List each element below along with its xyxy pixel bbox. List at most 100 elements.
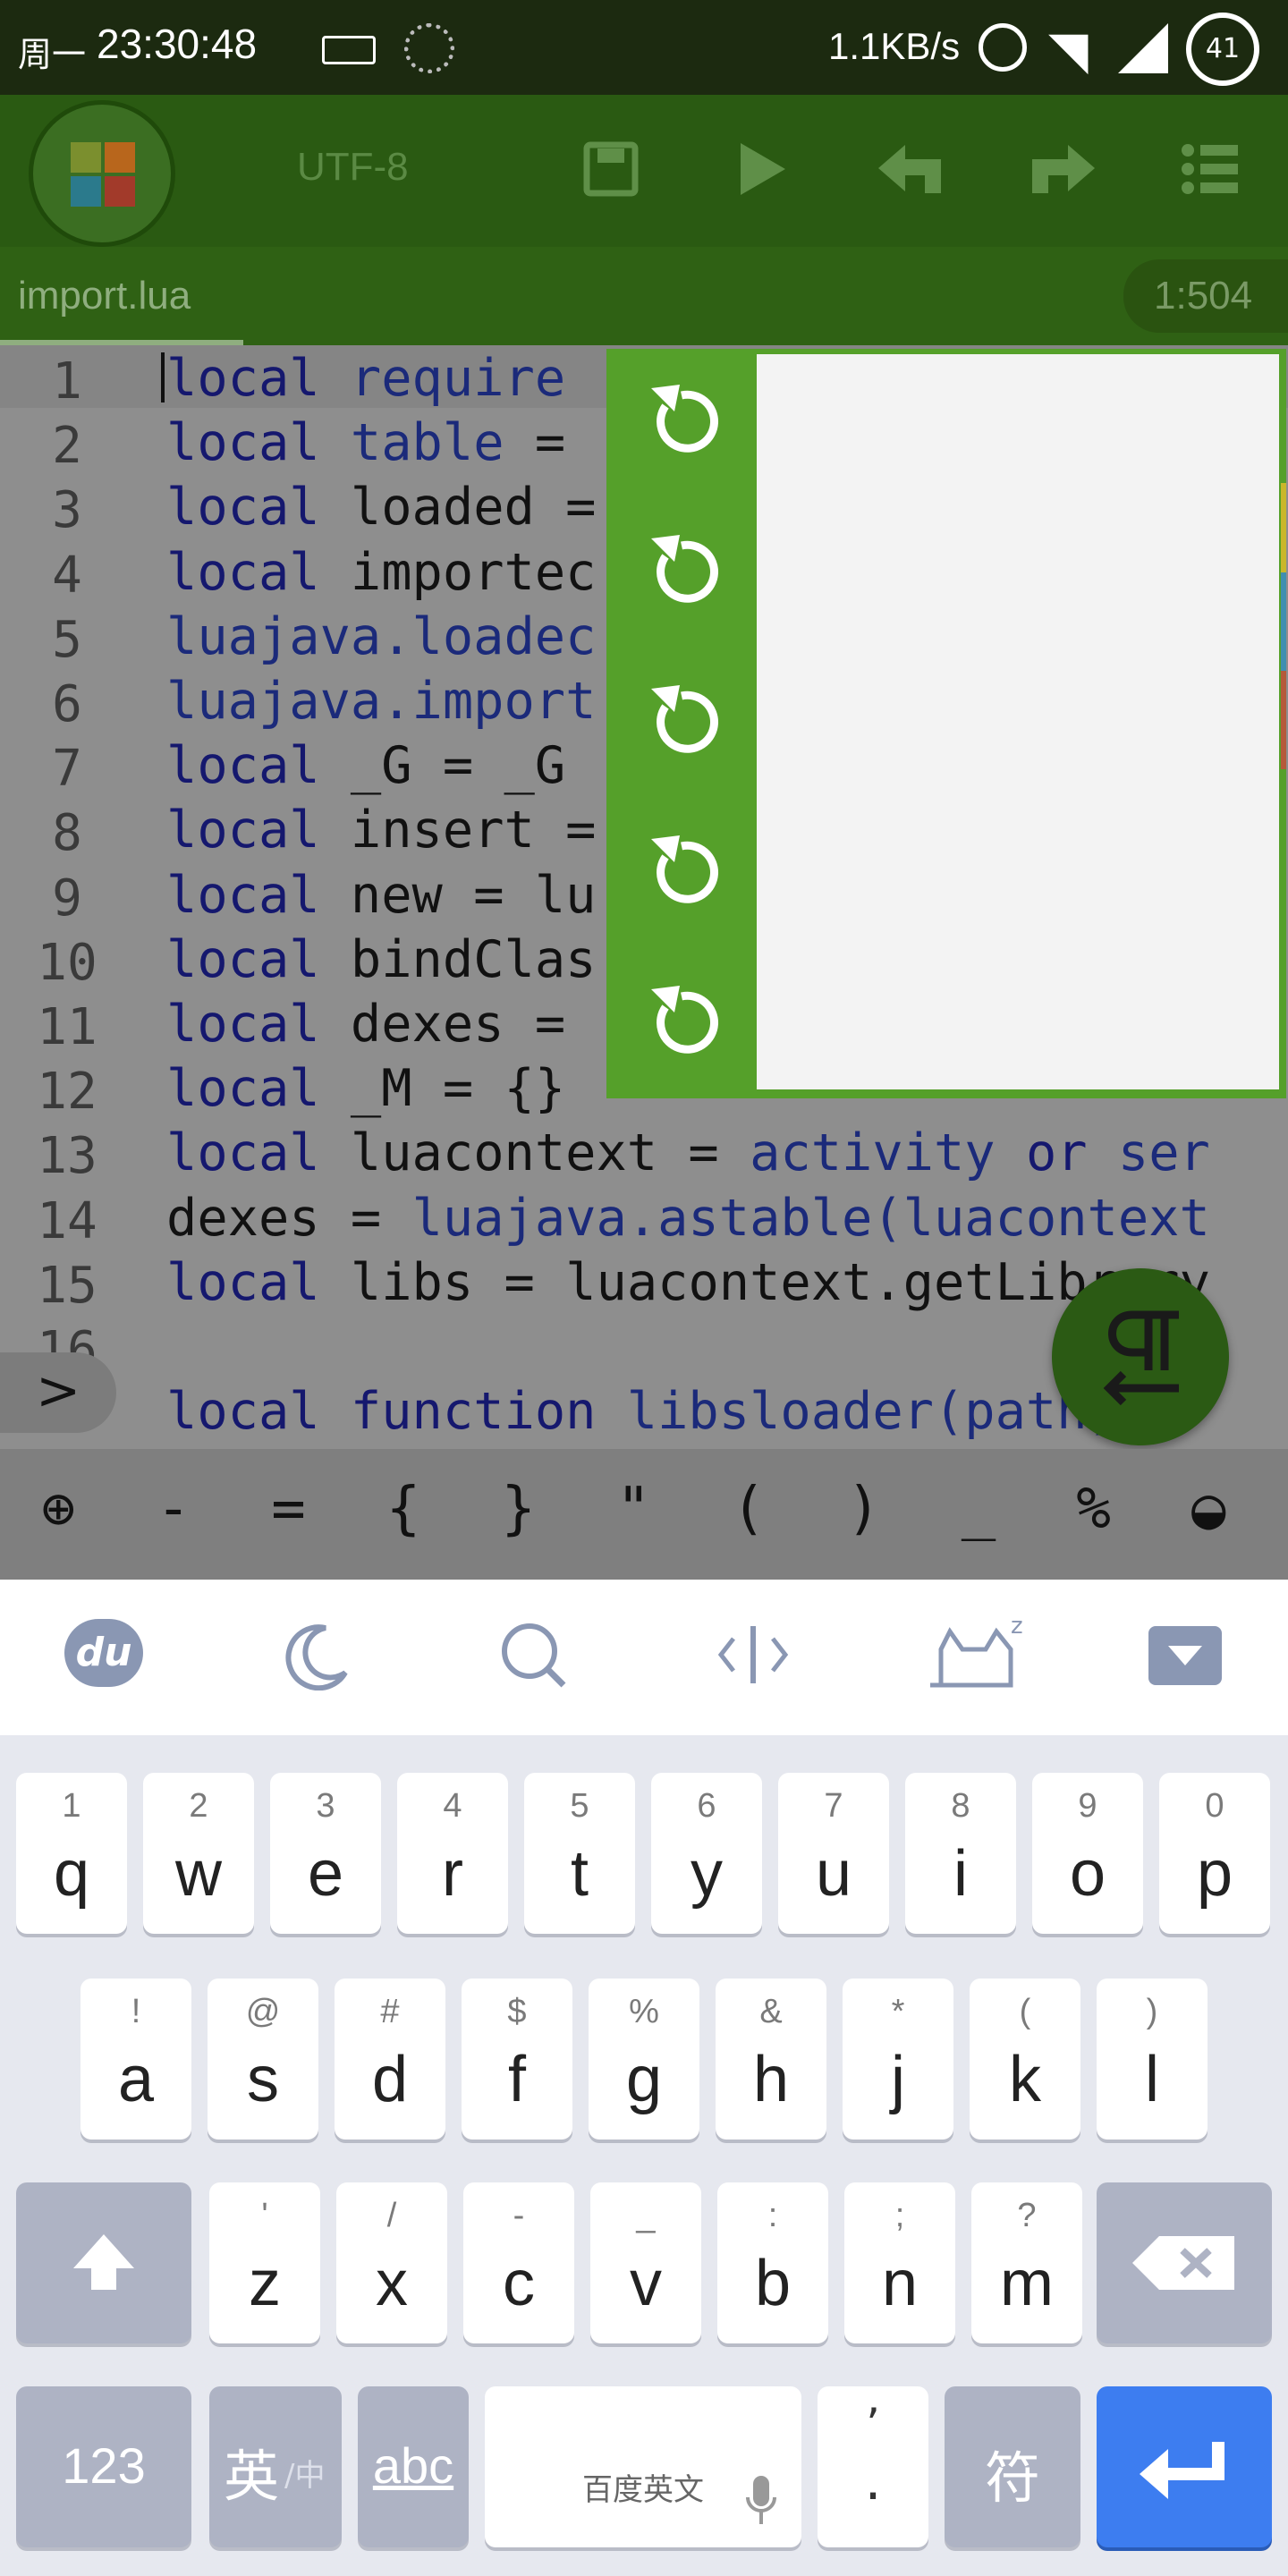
code-line[interactable]: local dexes = [166,995,597,1054]
prompt-symbol: > [36,1360,81,1422]
symbol-key[interactable]: - [157,1476,191,1542]
code-line[interactable]: local luacontext = activity or ser [166,1123,1210,1182]
app-logo-button[interactable] [29,100,175,247]
encoding-label[interactable]: UTF-8 [297,145,409,190]
key-hint: @ [245,1993,281,2030]
code-line[interactable]: local require [166,349,565,408]
key-i[interactable]: 8i [905,1773,1016,1934]
symbol-key[interactable]: = [271,1476,306,1542]
code-line[interactable]: local bindClas [166,930,596,989]
key-m[interactable]: ? m [971,2182,1082,2343]
language-switch-key[interactable]: 英 /中 [209,2386,342,2547]
menu-list-icon[interactable] [1181,141,1238,197]
symbol-key[interactable]: % [1076,1476,1111,1542]
net-speed: 1.1KB/s [828,25,961,67]
key-hint: & [759,1993,783,2030]
history-undo-button[interactable] [639,980,724,1066]
symbol-key[interactable]: { [386,1476,421,1542]
code-line[interactable]: local table = [166,413,597,472]
tab-import-lua[interactable]: import.lua [0,247,243,345]
history-undo-button[interactable] [639,830,724,916]
key-f[interactable]: $ f [462,1979,572,2140]
symbol-key[interactable]: ( [732,1476,767,1542]
history-undo-button[interactable] [639,379,724,465]
key-o[interactable]: 9o [1032,1773,1143,1934]
symbol-key[interactable]: ◒ [1191,1476,1226,1542]
space-key[interactable]: 百度英文 [485,2386,801,2547]
key-w[interactable]: 2w [143,1773,254,1934]
code-line[interactable]: luajava.loadec [166,607,596,666]
abc-key[interactable]: abc [358,2386,469,2547]
key-a[interactable]: ! a [80,1979,191,2140]
key-v[interactable]: _ v [590,2182,701,2343]
rotate-left-icon [651,986,719,1054]
symbols-key[interactable]: 符 [945,2386,1080,2547]
line-number: 10 [37,933,97,992]
command-prompt-button[interactable]: > [0,1352,116,1433]
key-hint: 6 [697,1787,716,1825]
key-d[interactable]: # d [335,1979,445,2140]
shift-key[interactable] [16,2182,191,2343]
key-char: j [891,2044,905,2115]
history-undo-button[interactable] [639,530,724,615]
key-t[interactable]: 5t [524,1773,635,1934]
key-j[interactable]: * j [843,1979,953,2140]
key-e[interactable]: 3e [270,1773,381,1934]
key-l[interactable]: ) l [1097,1979,1208,2140]
key-z[interactable]: ' z [209,2182,320,2343]
symbols-key-label: 符 [984,2445,1040,2511]
numbers-key[interactable]: 123 [16,2386,191,2547]
symbol-key[interactable]: _ [962,1476,996,1542]
key-b[interactable]: :b [717,2182,828,2343]
save-icon[interactable] [583,141,639,197]
sleeping-cat-icon[interactable]: z [921,1610,1029,1696]
run-icon[interactable] [735,140,789,199]
hide-keyboard-button[interactable] [1148,1626,1222,1685]
history-list-panel[interactable] [757,354,1279,1089]
key-n[interactable]: ; n [844,2182,955,2343]
code-line[interactable]: local _G = _G [166,736,565,795]
key-x[interactable]: / x [336,2182,447,2343]
format-fab[interactable] [1052,1268,1229,1445]
code-line[interactable]: local function libsloader(path) [166,1382,1118,1441]
search-icon[interactable] [497,1619,569,1690]
key-g[interactable]: % g [589,1979,699,2140]
rotate-left-icon [651,835,719,903]
undo-icon[interactable] [878,141,943,197]
key-u[interactable]: 7u [778,1773,889,1934]
code-line[interactable]: local loaded = [166,478,596,537]
code-line[interactable]: local libs = luacontext.getLibrary [166,1253,1210,1312]
symbol-key[interactable]: ) [846,1476,881,1542]
key-hint: - [513,2197,525,2234]
history-popup [606,349,1286,1098]
code-line[interactable]: local new = lu [166,866,597,925]
key-k[interactable]: (k [970,1979,1080,2140]
enter-key[interactable] [1097,2386,1272,2547]
symbol-key[interactable]: ⊕ [41,1476,76,1542]
code-line[interactable]: local _M = {} [166,1059,565,1118]
key-q[interactable]: 1q [16,1773,127,1934]
moon-icon[interactable] [281,1619,352,1690]
key-s[interactable]: @ s [208,1979,318,2140]
key-y[interactable]: 6y [651,1773,762,1934]
code-line[interactable]: luajava.import [166,672,596,731]
key-c[interactable]: -c [463,2182,574,2343]
key-p[interactable]: 0p [1159,1773,1270,1934]
symbol-key[interactable]: " [616,1476,651,1542]
code-line[interactable]: dexes = luajava.astable(luacontext [166,1189,1210,1248]
code-line[interactable]: local importec [166,543,596,602]
code-line[interactable]: local insert = [166,801,596,860]
key-hint: / [386,2197,397,2234]
redo-icon[interactable] [1030,141,1095,197]
backspace-key[interactable] [1097,2182,1272,2343]
scroll-marker [1281,483,1286,572]
history-undo-button[interactable] [639,680,724,766]
key-hint: ! [131,1993,141,2030]
du-logo-icon[interactable]: du [64,1619,143,1687]
scroll-marker [1281,572,1286,671]
symbol-key[interactable]: } [501,1476,536,1542]
punctuation-key[interactable]: ’ · [818,2386,928,2547]
cursor-move-icon[interactable] [717,1619,789,1690]
key-h[interactable]: & h [716,1979,826,2140]
key-r[interactable]: 4r [397,1773,508,1934]
